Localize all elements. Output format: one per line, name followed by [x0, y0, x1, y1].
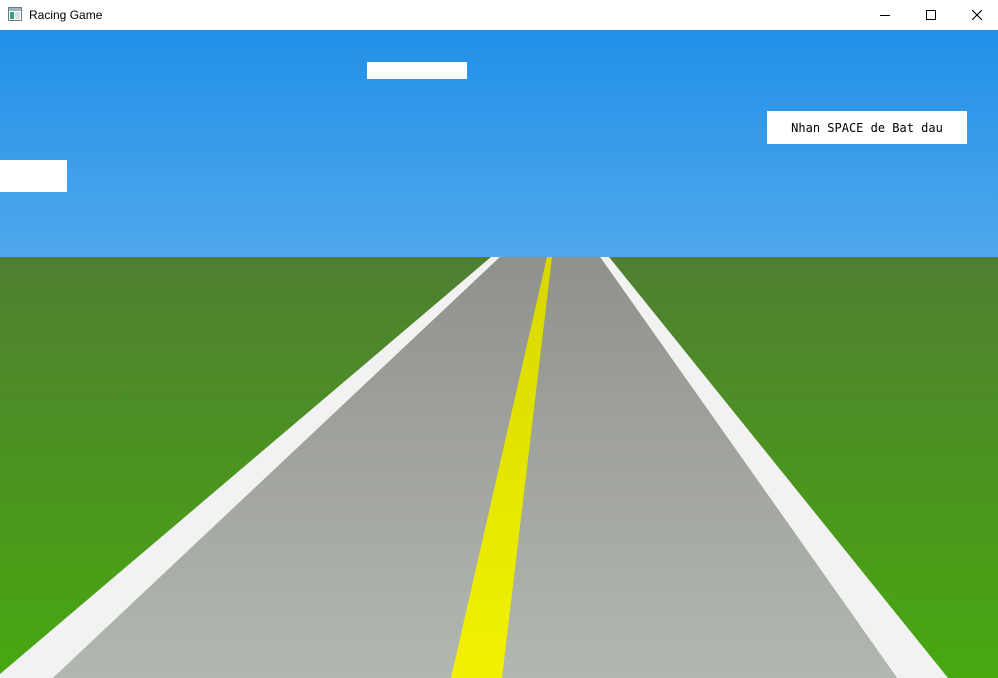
- game-window: Racing Game Nhan SPACE de Bat dau: [0, 0, 998, 678]
- window-title: Racing Game: [29, 8, 103, 22]
- start-prompt-box: Nhan SPACE de Bat dau: [767, 111, 967, 144]
- close-button[interactable]: [954, 0, 998, 30]
- cloud-top: [367, 62, 467, 79]
- close-icon: [972, 10, 982, 20]
- title-bar[interactable]: Racing Game: [0, 0, 998, 30]
- maximize-icon: [926, 10, 936, 20]
- minimize-icon: [880, 15, 890, 16]
- app-window-icon: [8, 7, 22, 21]
- game-canvas[interactable]: Nhan SPACE de Bat dau: [0, 30, 998, 678]
- start-prompt-text: Nhan SPACE de Bat dau: [791, 120, 943, 135]
- maximize-button[interactable]: [908, 0, 954, 30]
- minimize-button[interactable]: [862, 0, 908, 30]
- cloud-left: [0, 160, 67, 192]
